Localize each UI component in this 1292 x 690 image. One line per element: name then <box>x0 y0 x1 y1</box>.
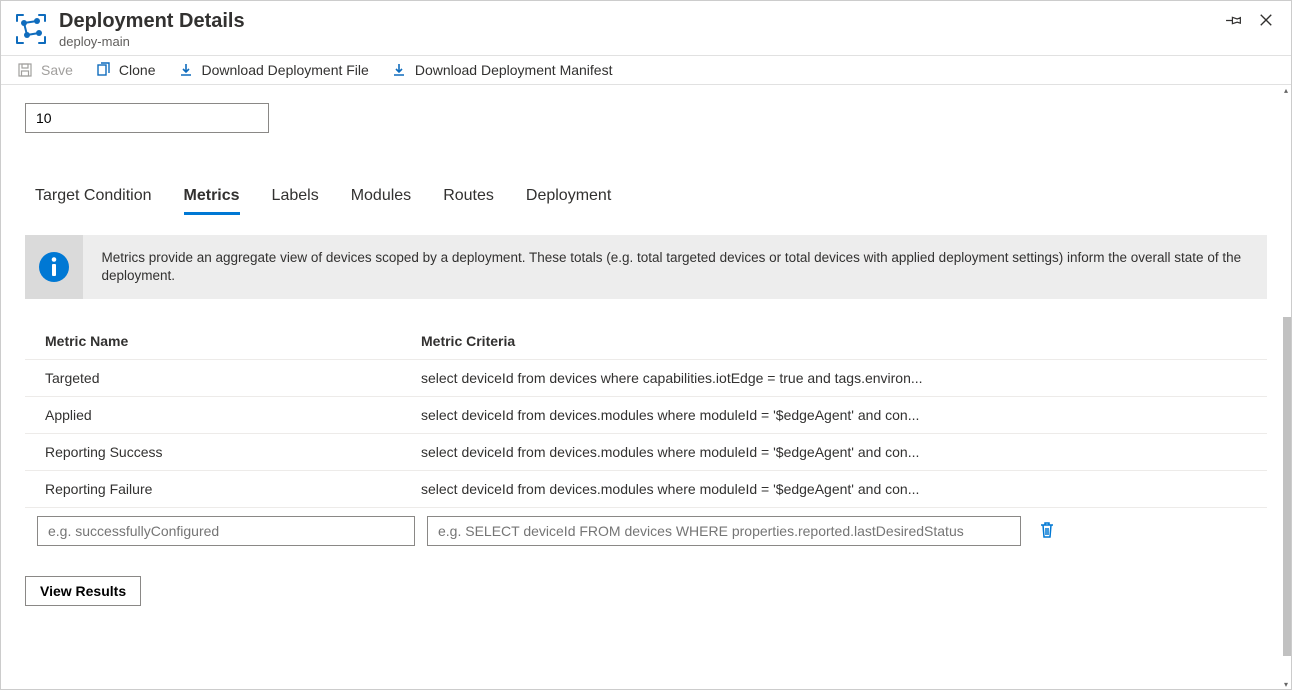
table-row: Targeted select deviceId from devices wh… <box>25 360 1267 397</box>
scroll-up-icon[interactable]: ▴ <box>1281 85 1291 95</box>
command-bar: Save Clone Download Deployment File Down… <box>1 56 1291 85</box>
header-actions <box>1225 11 1275 32</box>
metric-name-cell: Reporting Success <box>25 444 415 460</box>
metric-name-cell: Targeted <box>25 370 415 386</box>
download-deployment-manifest-button[interactable]: Download Deployment Manifest <box>391 62 613 78</box>
deployment-icon <box>13 11 49 47</box>
tab-metrics[interactable]: Metrics <box>184 181 240 213</box>
tab-routes[interactable]: Routes <box>443 181 494 213</box>
scrollbar-track[interactable] <box>1281 95 1291 679</box>
save-button: Save <box>17 62 73 78</box>
priority-input[interactable] <box>25 103 269 133</box>
info-text: Metrics provide an aggregate view of dev… <box>83 235 1267 299</box>
metric-name-cell: Applied <box>25 407 415 423</box>
tab-modules[interactable]: Modules <box>351 181 411 213</box>
metric-criteria-cell: select deviceId from devices.modules whe… <box>415 444 1267 460</box>
col-header-metric-criteria: Metric Criteria <box>415 333 1267 349</box>
download-manifest-label: Download Deployment Manifest <box>415 62 613 78</box>
save-label: Save <box>41 62 73 78</box>
tab-labels[interactable]: Labels <box>272 181 319 213</box>
metrics-table: Metric Name Metric Criteria Targeted sel… <box>25 323 1267 546</box>
scrollbar-thumb[interactable] <box>1283 317 1291 656</box>
new-metric-row <box>25 508 1267 546</box>
vertical-scrollbar[interactable]: ▴ ▾ <box>1281 85 1291 689</box>
metric-criteria-cell: select deviceId from devices where capab… <box>415 370 1267 386</box>
content-wrapper: Target Condition Metrics Labels Modules … <box>1 85 1291 689</box>
tabs-bar: Target Condition Metrics Labels Modules … <box>25 181 1267 213</box>
info-icon <box>25 235 83 299</box>
panel-header: Deployment Details deploy-main <box>1 1 1291 56</box>
metric-name-cell: Reporting Failure <box>25 481 415 497</box>
metrics-table-header: Metric Name Metric Criteria <box>25 323 1267 360</box>
tab-deployment[interactable]: Deployment <box>526 181 611 213</box>
metric-name-input[interactable] <box>37 516 415 546</box>
col-header-metric-name: Metric Name <box>25 333 415 349</box>
page-title: Deployment Details <box>59 9 1225 33</box>
scroll-down-icon[interactable]: ▾ <box>1281 679 1291 689</box>
close-icon[interactable] <box>1257 11 1275 32</box>
download-file-label: Download Deployment File <box>202 62 369 78</box>
table-row: Applied select deviceId from devices.mod… <box>25 397 1267 434</box>
header-titles: Deployment Details deploy-main <box>59 9 1225 49</box>
deployment-details-panel: Deployment Details deploy-main Save Clon… <box>0 0 1292 690</box>
table-row: Reporting Success select deviceId from d… <box>25 434 1267 471</box>
metric-criteria-cell: select deviceId from devices.modules whe… <box>415 481 1267 497</box>
download-deployment-file-button[interactable]: Download Deployment File <box>178 62 369 78</box>
delete-metric-icon[interactable] <box>1037 520 1059 542</box>
metric-criteria-cell: select deviceId from devices.modules whe… <box>415 407 1267 423</box>
pin-icon[interactable] <box>1225 11 1243 32</box>
view-results-button[interactable]: View Results <box>25 576 141 606</box>
metric-criteria-input[interactable] <box>427 516 1021 546</box>
clone-label: Clone <box>119 62 156 78</box>
content-area: Target Condition Metrics Labels Modules … <box>1 85 1291 689</box>
page-subtitle: deploy-main <box>59 34 1225 49</box>
tab-target-condition[interactable]: Target Condition <box>35 181 152 213</box>
clone-button[interactable]: Clone <box>95 62 156 78</box>
info-banner: Metrics provide an aggregate view of dev… <box>25 235 1267 299</box>
table-row: Reporting Failure select deviceId from d… <box>25 471 1267 508</box>
